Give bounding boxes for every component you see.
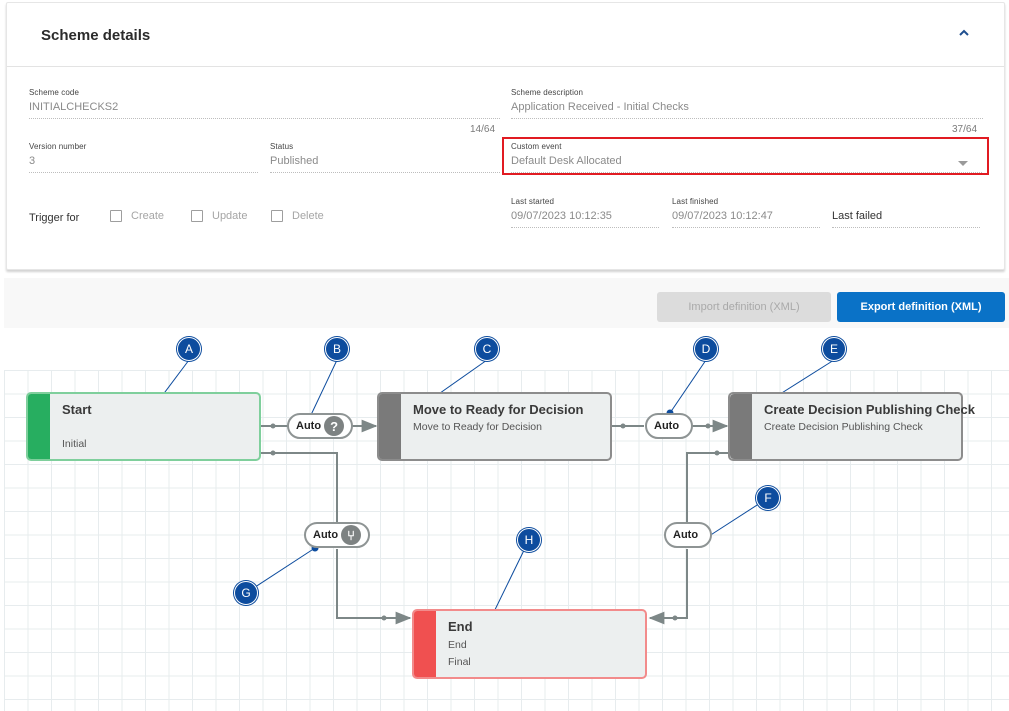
callout-f: F [756, 486, 780, 510]
transition-label: Auto [654, 420, 680, 432]
connector-create-end-out [648, 549, 688, 625]
transition-label: Auto [296, 420, 322, 432]
callout-g: G [234, 581, 258, 605]
node-title: Create Decision Publishing Check [764, 402, 975, 417]
node-stripe [730, 394, 752, 459]
callout-e: E [822, 337, 846, 361]
node-stripe [379, 394, 401, 459]
transition-create-end[interactable]: Auto [664, 522, 712, 548]
transition-label: Auto [313, 529, 339, 541]
node-stripe [28, 394, 50, 459]
callout-h: H [517, 528, 541, 552]
node-stripe [414, 611, 436, 677]
state-node-move-ready[interactable]: Move to Ready for Decision Move to Ready… [377, 392, 612, 461]
node-subtitle: End [448, 639, 467, 651]
connector-start-end-out [336, 549, 412, 625]
connector-layer [149, 359, 835, 626]
node-subtitle: Move to Ready for Decision [413, 421, 542, 433]
callout-d: D [694, 337, 718, 361]
node-subtitle: Create Decision Publishing Check [764, 421, 923, 433]
callout-c: C [475, 337, 499, 361]
state-node-create-check[interactable]: Create Decision Publishing Check Create … [728, 392, 975, 461]
condition-icon: ⑂ [341, 525, 362, 545]
node-title: End [448, 619, 473, 634]
transition-start-move[interactable]: Auto ? [287, 413, 353, 439]
node-title: Move to Ready for Decision [413, 402, 584, 417]
node-subtitle: Initial [62, 438, 87, 450]
connector-start-end [261, 452, 338, 524]
callout-a: A [177, 337, 201, 361]
transition-move-create[interactable]: Auto [645, 413, 693, 439]
state-node-end[interactable]: End End Final [412, 609, 647, 679]
node-title: Start [62, 402, 92, 417]
connector-create-end [686, 452, 729, 522]
transition-label: Auto [673, 529, 699, 541]
state-node-start[interactable]: Start Initial [26, 392, 261, 461]
callout-b: B [325, 337, 349, 361]
question-icon: ? [324, 416, 345, 436]
node-subtitle: Final [448, 656, 471, 668]
transition-start-end[interactable]: Auto ⑂ [304, 522, 370, 548]
